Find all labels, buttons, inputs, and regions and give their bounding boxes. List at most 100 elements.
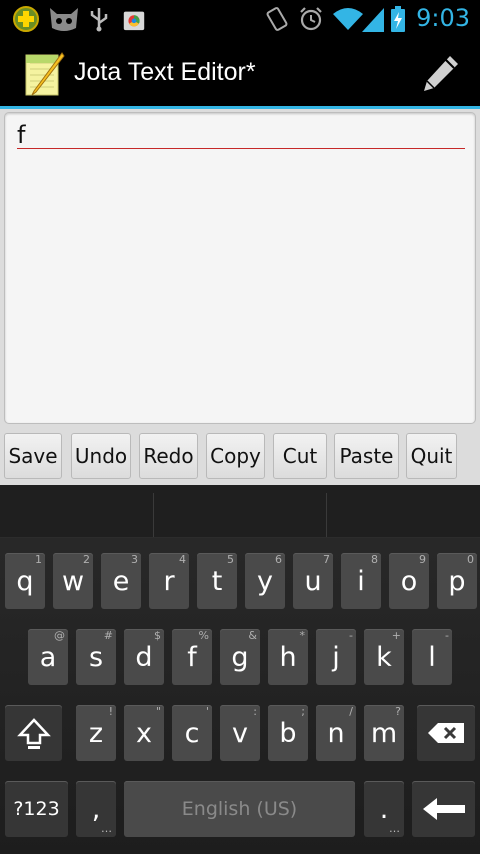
key-u[interactable]: u7	[293, 553, 333, 609]
key-q[interactable]: q1	[5, 553, 45, 609]
key-i[interactable]: i8	[341, 553, 381, 609]
key-k[interactable]: k +	[364, 629, 404, 685]
soft-keyboard: q1w2e3r4t5y6u7i8o9p0 a @ s # d $ f% g & h * j - k + l - …	[0, 485, 480, 854]
key-e[interactable]: e3	[101, 553, 141, 609]
copy-button[interactable]: Copy	[206, 433, 265, 479]
key-label: e	[112, 565, 130, 597]
status-bar: 9:03	[0, 0, 480, 38]
key-label: z	[88, 717, 104, 749]
key-hint: -	[445, 629, 449, 642]
key-z[interactable]: z!	[76, 705, 116, 761]
redo-button[interactable]: Redo	[139, 433, 198, 479]
key-a[interactable]: a @	[28, 629, 68, 685]
key-hint: 1	[35, 553, 42, 566]
key-g[interactable]: g &	[220, 629, 260, 685]
comma-key[interactable]: , …	[76, 781, 116, 837]
key-hint: /	[349, 705, 353, 718]
key-label: x	[136, 717, 152, 749]
key-hint: :	[253, 705, 257, 718]
backspace-icon	[428, 723, 464, 743]
key-f[interactable]: f%	[172, 629, 212, 685]
key-hint: !	[108, 705, 113, 718]
save-button[interactable]: Save	[4, 433, 62, 479]
key-t[interactable]: t5	[197, 553, 237, 609]
key-hint: 5	[227, 553, 234, 566]
key-d[interactable]: d $	[124, 629, 164, 685]
period-key[interactable]: . …	[364, 781, 404, 837]
suggestion-divider	[326, 493, 327, 537]
space-key[interactable]: English (US)	[124, 781, 355, 837]
key-p[interactable]: p0	[437, 553, 477, 609]
key-hint: $	[154, 629, 161, 642]
undo-button[interactable]: Undo	[71, 433, 131, 479]
key-y[interactable]: y6	[245, 553, 285, 609]
key-hint: -	[349, 629, 353, 642]
alarm-icon	[300, 7, 322, 31]
key-n[interactable]: n /	[316, 705, 356, 761]
key-hint: 3	[131, 553, 138, 566]
key-label: n	[327, 717, 345, 749]
key-label: a	[39, 641, 57, 673]
backspace-key[interactable]	[417, 705, 475, 761]
key-m[interactable]: m?	[364, 705, 404, 761]
enter-key[interactable]	[412, 781, 475, 837]
key-label: v	[232, 717, 248, 749]
key-hint: +	[391, 629, 401, 642]
key-hint: 0	[467, 553, 474, 566]
key-label: k	[376, 641, 392, 673]
more-ellipsis-icon: …	[101, 822, 112, 835]
key-j[interactable]: j-	[316, 629, 356, 685]
editor-toolbar: Save Undo Redo Copy Cut Paste Quit	[0, 430, 480, 485]
key-hint: 4	[179, 553, 186, 566]
cut-button[interactable]: Cut	[273, 433, 327, 479]
key-x[interactable]: x "	[124, 705, 164, 761]
edit-pencil-icon[interactable]	[420, 54, 460, 94]
battery-icon	[391, 6, 405, 32]
quit-button[interactable]: Quit	[406, 433, 457, 479]
key-v[interactable]: v:	[220, 705, 260, 761]
editor-area: f	[0, 109, 480, 430]
key-hint: &	[248, 629, 257, 642]
key-hint: 7	[323, 553, 330, 566]
text-editor[interactable]: f	[4, 112, 476, 424]
key-w[interactable]: w2	[53, 553, 93, 609]
key-label: h	[279, 641, 297, 673]
key-b[interactable]: b;	[268, 705, 308, 761]
key-o[interactable]: o9	[389, 553, 429, 609]
app-title: Jota Text Editor*	[74, 58, 256, 86]
symbols-key[interactable]: ?123	[5, 781, 68, 837]
key-hint: ;	[301, 705, 305, 718]
key-hint: '	[205, 705, 209, 718]
editor-content[interactable]: f	[17, 121, 25, 149]
key-label: o	[400, 565, 418, 597]
store-icon	[123, 11, 145, 31]
key-h[interactable]: h *	[268, 629, 308, 685]
clock: 9:03	[416, 4, 470, 32]
key-label: r	[163, 565, 175, 597]
key-label: l	[428, 641, 436, 673]
key-label: d	[135, 641, 153, 673]
suggestion-strip	[0, 485, 480, 538]
key-hint: 2	[83, 553, 90, 566]
action-bar: Jota Text Editor*	[0, 38, 480, 109]
rotate-icon	[266, 7, 288, 31]
key-label: f	[187, 641, 197, 673]
key-r[interactable]: r4	[149, 553, 189, 609]
key-label: t	[211, 565, 223, 597]
key-label: w	[61, 565, 85, 597]
paste-button[interactable]: Paste	[334, 433, 399, 479]
comma-key-label: ,	[91, 793, 101, 825]
wifi-icon	[333, 8, 363, 30]
key-c[interactable]: c '	[172, 705, 212, 761]
key-l[interactable]: l-	[412, 629, 452, 685]
key-label: u	[304, 565, 322, 597]
key-hint: #	[103, 629, 113, 642]
key-label: c	[184, 717, 200, 749]
key-s[interactable]: s #	[76, 629, 116, 685]
add-notification-icon	[13, 6, 39, 32]
usb-icon	[90, 8, 108, 32]
more-ellipsis-icon: …	[389, 822, 400, 835]
shift-key[interactable]	[5, 705, 62, 761]
key-label: i	[357, 565, 365, 597]
key-label: p	[448, 565, 466, 597]
